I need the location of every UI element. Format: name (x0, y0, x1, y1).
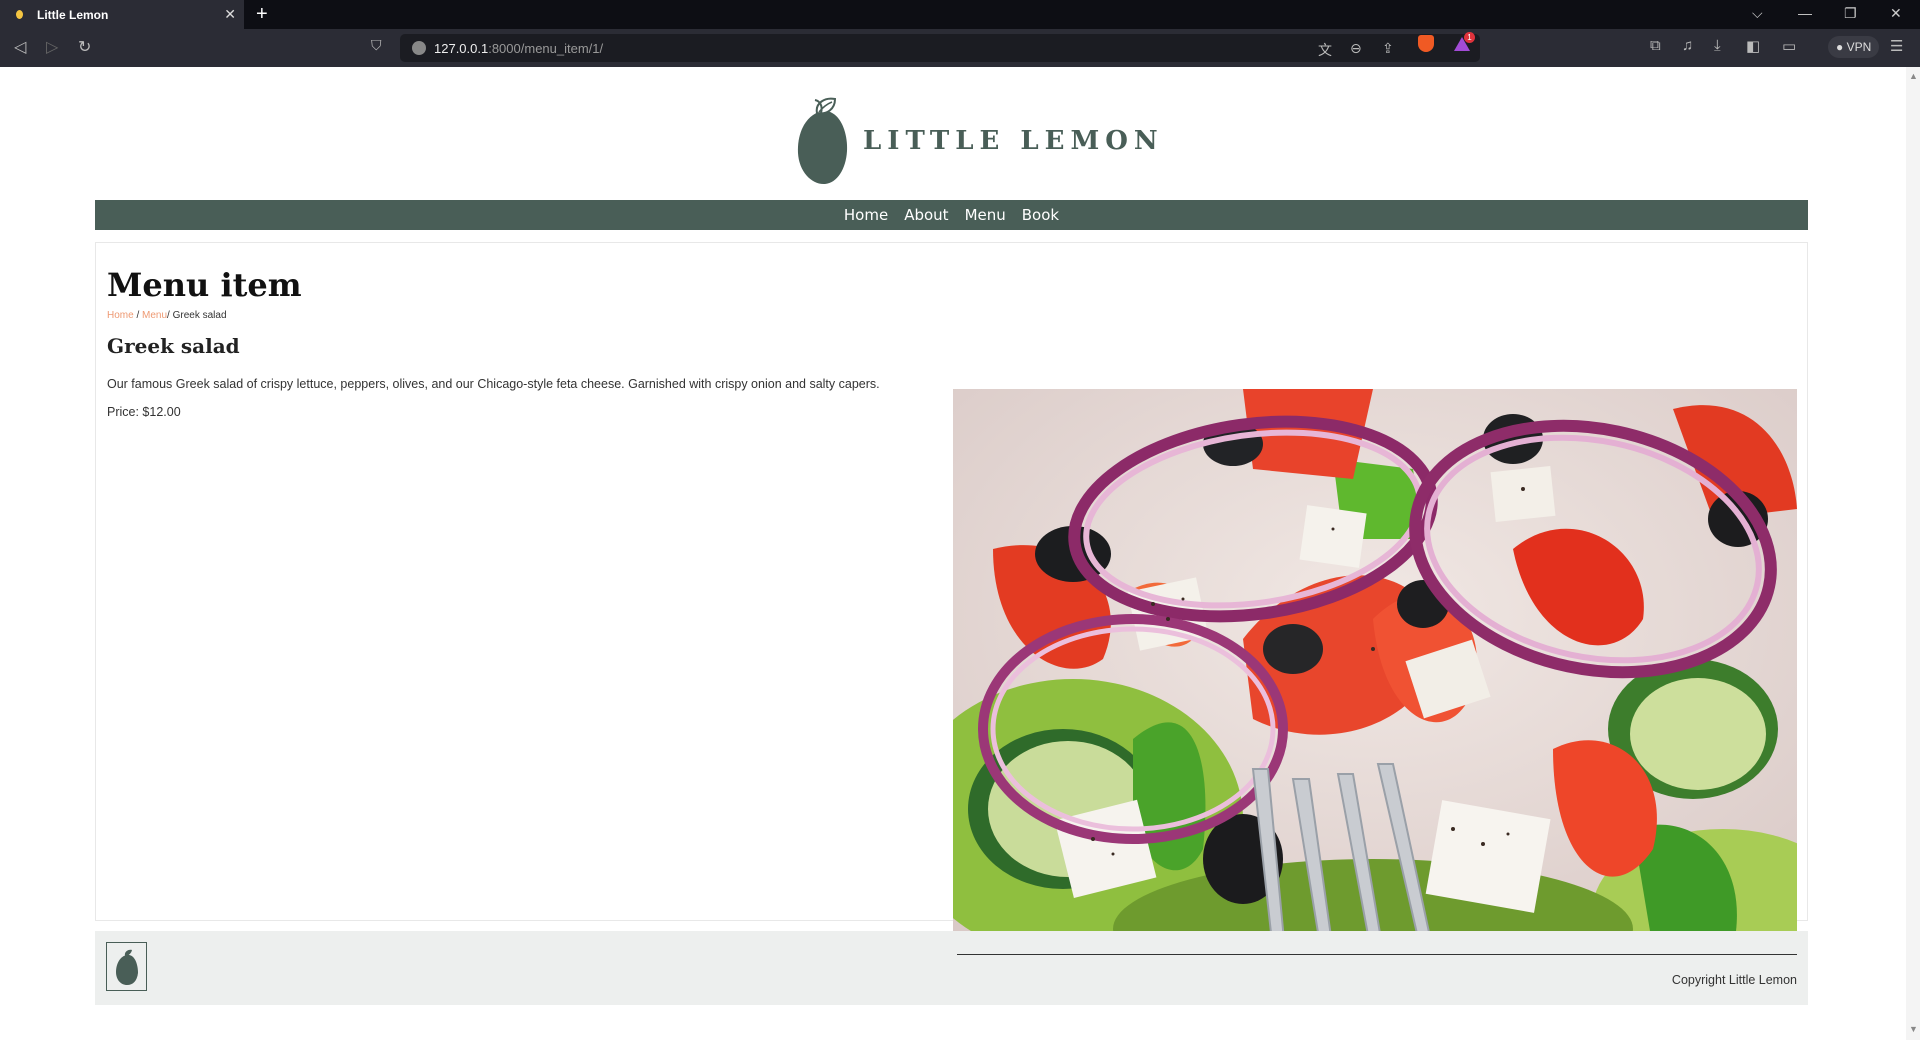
vpn-button[interactable]: ● VPN (1828, 36, 1880, 58)
site-info-icon[interactable] (412, 41, 426, 55)
tab-list-chevron-icon[interactable]: ⌵ (1752, 5, 1763, 22)
close-tab-icon[interactable]: ✕ (224, 6, 236, 23)
back-icon[interactable]: ◁ (14, 37, 26, 57)
extensions-icon[interactable]: ⧉ (1650, 37, 1661, 54)
tab-title: Little Lemon (37, 7, 109, 22)
media-icon[interactable]: ♫ (1682, 37, 1693, 54)
url-text[interactable]: 127.0.0.1:8000/menu_item/1/ (434, 41, 603, 56)
menu-hamburger-icon[interactable]: ☰ (1890, 37, 1903, 55)
lemon-logo-icon (797, 97, 848, 185)
greek-salad-photo (953, 389, 1797, 951)
browser-tab[interactable]: Little Lemon ✕ (0, 0, 244, 29)
breadcrumb-separator: / (133, 310, 143, 321)
brand-name: LITTLE LEMON (863, 126, 1164, 156)
url-host: 127.0.0.1 (434, 41, 489, 56)
breadcrumb: Home / Menu/ Greek salad (107, 310, 227, 321)
browser-toolbar: ◁ ▷ ↻ ⛉ 127.0.0.1:8000/menu_item/1/ 文 ⊖ … (0, 29, 1920, 67)
restore-window-icon[interactable]: ❐ (1844, 5, 1857, 22)
menu-item-price: Price: $12.00 (107, 405, 181, 419)
main-content: Menu item Home / Menu/ Greek salad Greek… (95, 242, 1808, 951)
footer-logo[interactable] (106, 942, 147, 991)
translate-icon[interactable]: 文 (1318, 40, 1332, 60)
breadcrumb-current: Greek salad (172, 310, 227, 321)
lemon-logo-icon (116, 949, 138, 985)
rewards-count-badge: 1 (1464, 32, 1475, 43)
sidebar-icon[interactable]: ◧ (1746, 37, 1760, 55)
breadcrumb-menu-link[interactable]: Menu (142, 310, 167, 321)
menu-item-name: Greek salad (107, 334, 240, 358)
site-footer: Copyright Little Lemon (95, 931, 1808, 1005)
menu-item-description: Our famous Greek salad of crispy lettuce… (107, 377, 880, 391)
page-scrollbar[interactable]: ▲ ▼ (1906, 67, 1920, 1040)
share-icon[interactable]: ⇪ (1382, 40, 1394, 57)
scroll-down-icon[interactable]: ▼ (1909, 1024, 1918, 1034)
brave-shields-icon[interactable] (1418, 35, 1434, 52)
reload-icon[interactable]: ↻ (78, 37, 91, 57)
lemon-favicon-icon (16, 10, 23, 19)
main-navigation: Home About Menu Book (95, 200, 1808, 230)
vpn-dot-icon: ● (1836, 40, 1847, 54)
minimize-window-icon[interactable]: — (1798, 5, 1812, 21)
site-logo[interactable]: LITTLE LEMON (795, 97, 1164, 185)
forward-icon[interactable]: ▷ (46, 37, 58, 57)
address-bar[interactable]: 127.0.0.1:8000/menu_item/1/ 文 ⊖ ⇪ (400, 34, 1480, 62)
footer-divider (957, 954, 1797, 955)
scroll-up-icon[interactable]: ▲ (1909, 71, 1918, 81)
nav-about-link[interactable]: About (904, 206, 948, 224)
bookmark-icon[interactable]: ⛉ (371, 37, 382, 54)
vpn-label: VPN (1846, 40, 1872, 54)
close-window-icon[interactable]: ✕ (1890, 5, 1902, 22)
page-viewport: LITTLE LEMON Home About Menu Book Menu i… (0, 67, 1906, 1040)
zoom-icon[interactable]: ⊖ (1350, 40, 1362, 57)
nav-book-link[interactable]: Book (1022, 206, 1059, 224)
copyright-text: Copyright Little Lemon (1671, 973, 1797, 987)
browser-tab-strip: Little Lemon ✕ + ⌵ — ❐ ✕ (0, 0, 1920, 29)
nav-home-link[interactable]: Home (844, 206, 888, 224)
page-title: Menu item (107, 266, 302, 304)
url-path: :8000/menu_item/1/ (488, 41, 604, 56)
downloads-icon[interactable]: ⤓ (1714, 37, 1721, 54)
new-tab-button[interactable]: + (256, 3, 268, 26)
nav-menu-link[interactable]: Menu (965, 206, 1006, 224)
wallet-icon[interactable]: ▭ (1782, 37, 1796, 55)
breadcrumb-home-link[interactable]: Home (107, 310, 134, 321)
